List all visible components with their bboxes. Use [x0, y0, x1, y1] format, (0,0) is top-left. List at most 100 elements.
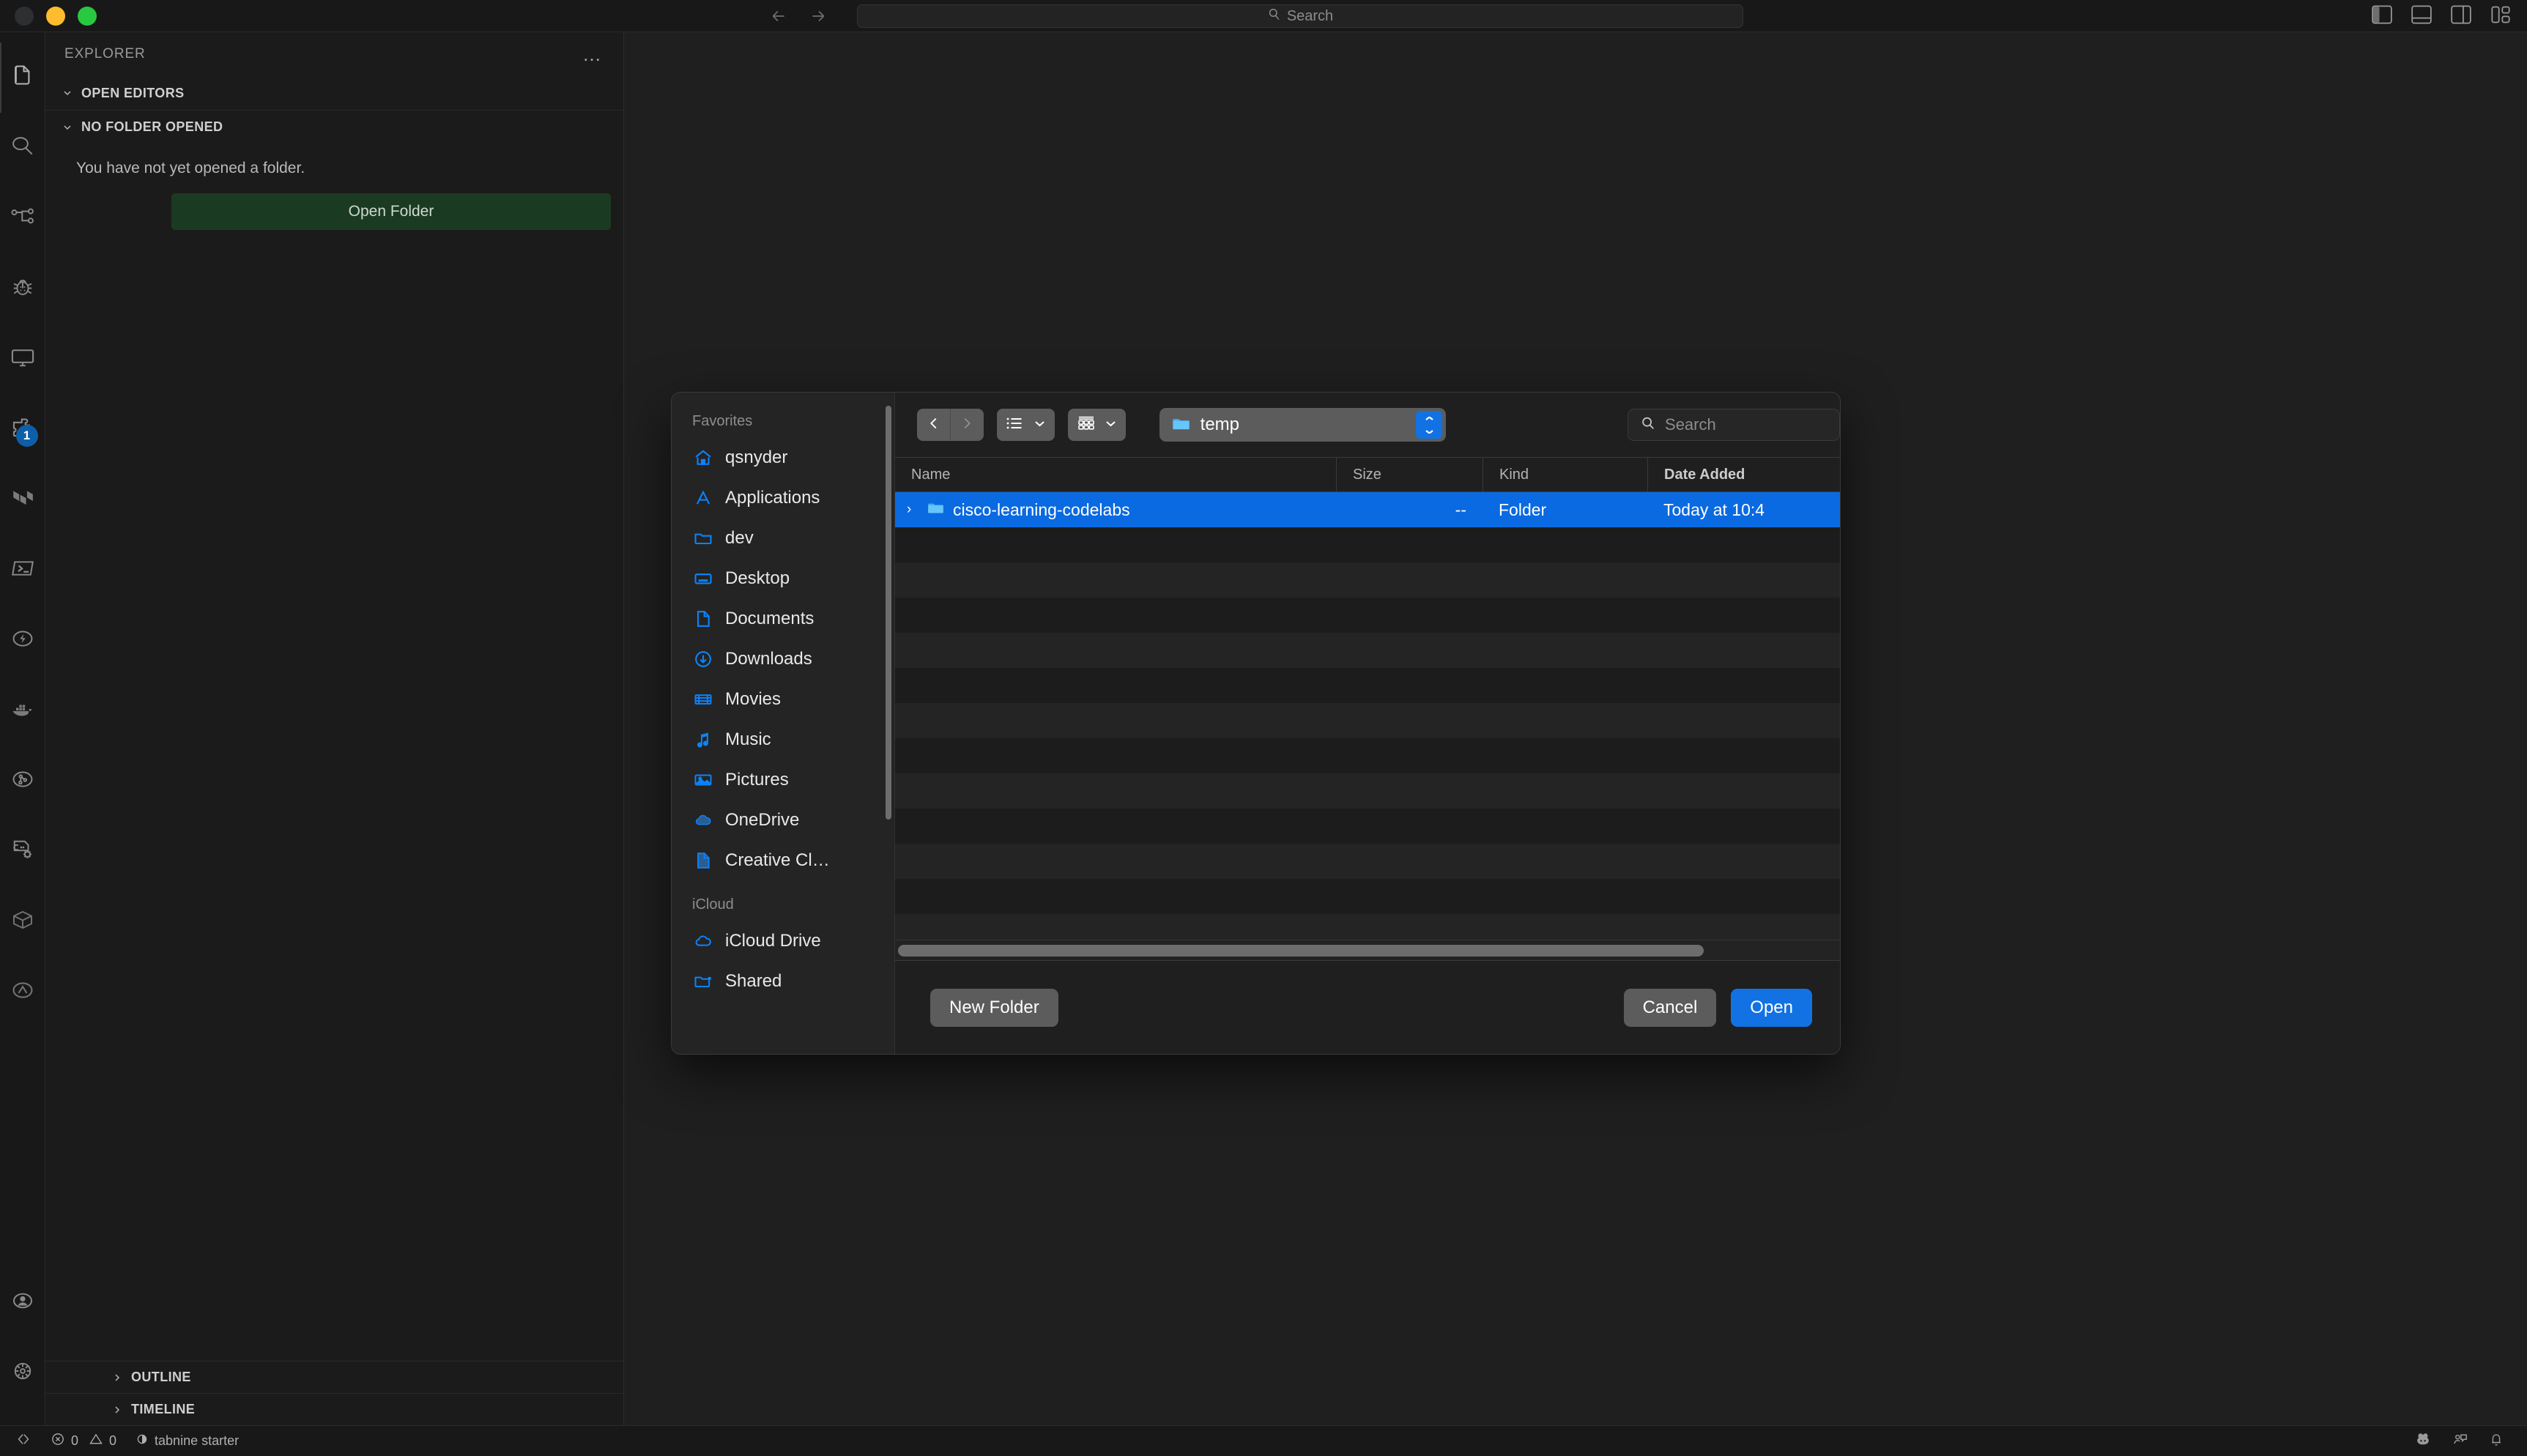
command-center-label: Search — [1286, 8, 1334, 24]
empty-row — [895, 738, 1840, 773]
sidebar-item-extensions[interactable]: 1 — [0, 394, 45, 464]
scrollbar-thumb[interactable] — [898, 944, 1704, 957]
dialog-forward-button[interactable] — [950, 409, 983, 441]
feedback-button[interactable] — [2442, 1426, 2479, 1456]
remote-window-indicator[interactable] — [6, 1426, 41, 1456]
dialog-sidebar-scrollbar[interactable] — [886, 406, 891, 820]
item-label: Desktop — [725, 568, 790, 588]
section-open-editors[interactable]: OPEN EDITORS — [45, 76, 623, 110]
dialog-sidebar-item-dev[interactable]: dev — [672, 518, 894, 558]
icloud-group-title: iCloud — [692, 896, 734, 913]
sidebar-item-search[interactable] — [0, 113, 45, 183]
close-button[interactable] — [15, 6, 34, 26]
section-timeline[interactable]: TIMELINE — [45, 1393, 623, 1425]
sidebar-item-remote-explorer[interactable] — [0, 324, 45, 394]
dialog-sidebar-item-applications[interactable]: Applications — [672, 478, 894, 518]
item-label: Music — [725, 729, 771, 749]
dialog-sidebar-item-creative-cloud[interactable]: Creative Cl… — [672, 840, 894, 880]
sidebar-item-cmake-tools[interactable] — [0, 816, 45, 886]
file-name-cell: › cisco-learning-codelabs — [895, 499, 1336, 521]
open-folder-button[interactable]: Open Folder — [171, 193, 611, 230]
dialog-sidebar-item-onedrive[interactable]: OneDrive — [672, 800, 894, 840]
downloads-icon — [692, 648, 714, 670]
column-header-size[interactable]: Size — [1336, 458, 1483, 491]
item-label: OneDrive — [725, 809, 800, 830]
error-count: 0 — [71, 1433, 79, 1448]
sidebar-item-thunder-client[interactable] — [0, 605, 45, 675]
manage-settings-button[interactable] — [0, 1337, 45, 1408]
chevron-right-icon — [110, 1404, 125, 1416]
view-mode-button[interactable] — [996, 409, 1055, 441]
toggle-panel-icon[interactable] — [2411, 4, 2432, 28]
chevron-left-icon — [926, 415, 942, 435]
customize-layout-icon[interactable] — [2490, 5, 2511, 28]
sidebar-item-terminal[interactable] — [0, 535, 45, 605]
tabnine-status[interactable]: tabnine starter — [126, 1426, 248, 1456]
dialog-search-input[interactable]: Search — [1628, 409, 1840, 441]
item-label: Movies — [725, 688, 782, 709]
dialog-sidebar-item-icloud-drive[interactable]: iCloud Drive — [672, 921, 894, 961]
copilot-button[interactable] — [2404, 1426, 2442, 1456]
document-icon — [692, 850, 714, 872]
new-folder-button[interactable]: New Folder — [930, 988, 1058, 1027]
navigation-arrows — [769, 0, 828, 32]
explorer-icon — [10, 63, 36, 93]
sidebar-item-database[interactable] — [0, 886, 45, 957]
section-no-folder-opened[interactable]: NO FOLDER OPENED — [45, 110, 623, 144]
dialog-sidebar-item-documents[interactable]: Documents — [672, 598, 894, 639]
dialog-sidebar-item-shared[interactable]: Shared — [672, 961, 894, 1001]
toggle-primary-sidebar-icon[interactable] — [2372, 4, 2392, 28]
arrow-right-icon[interactable] — [809, 7, 828, 26]
dialog-sidebar-item-desktop[interactable]: Desktop — [672, 558, 894, 598]
disclosure-triangle-icon[interactable]: › — [907, 502, 919, 518]
item-label: iCloud Drive — [725, 930, 821, 951]
dialog-sidebar-item-music[interactable]: Music — [672, 719, 894, 759]
table-row[interactable]: › cisco-learning-codelabs -- Folder Toda… — [895, 492, 1840, 527]
section-outline[interactable]: OUTLINE — [45, 1361, 623, 1393]
dialog-sidebar-item-qsnyder[interactable]: qsnyder — [672, 437, 894, 478]
file-list-horizontal-scrollbar[interactable] — [895, 940, 1840, 960]
chevron-down-icon — [1105, 418, 1117, 432]
toggle-secondary-sidebar-icon[interactable] — [2451, 4, 2471, 28]
notifications-button[interactable] — [2479, 1426, 2514, 1456]
more-actions-icon[interactable]: … — [582, 44, 603, 64]
empty-row — [895, 773, 1840, 809]
arrow-left-icon[interactable] — [769, 7, 788, 26]
sidebar-item-arduino[interactable] — [0, 957, 45, 1027]
chevron-down-icon — [60, 122, 75, 133]
sidebar-item-run-and-debug[interactable] — [0, 253, 45, 324]
applications-icon — [692, 487, 714, 509]
minimize-button[interactable] — [46, 6, 65, 26]
accounts-button[interactable] — [0, 1267, 45, 1337]
dialog-back-button[interactable] — [917, 409, 950, 441]
empty-row — [895, 562, 1840, 598]
path-popup-button[interactable]: temp — [1159, 408, 1447, 442]
sidebar-item-explorer[interactable] — [0, 42, 45, 113]
activity-bar-bottom — [0, 1267, 45, 1408]
dialog-sidebar-item-movies[interactable]: Movies — [672, 679, 894, 719]
maximize-button[interactable] — [78, 6, 97, 26]
group-by-button[interactable] — [1067, 409, 1126, 441]
sidebar-item-docker[interactable] — [0, 675, 45, 746]
dialog-sidebar-item-downloads[interactable]: Downloads — [672, 639, 894, 679]
empty-row — [895, 809, 1840, 844]
sidebar-item-terraform[interactable] — [0, 464, 45, 535]
sidebar-item-testing[interactable] — [0, 746, 45, 816]
section-label: OUTLINE — [131, 1370, 191, 1384]
open-button[interactable]: Open — [1731, 988, 1812, 1027]
favorites-group-title: Favorites — [692, 413, 753, 429]
database-icon — [10, 907, 36, 937]
command-center-search[interactable]: Search — [857, 4, 1743, 28]
column-header-date-added[interactable]: Date Added — [1647, 458, 1840, 491]
problems-indicator[interactable]: 0 0 — [41, 1426, 126, 1456]
column-header-name[interactable]: Name — [895, 458, 1336, 491]
remote-window-icon — [15, 1431, 31, 1451]
group-view-icon — [1077, 415, 1096, 436]
sidebar-item-source-control[interactable] — [0, 183, 45, 253]
cancel-button[interactable]: Cancel — [1623, 988, 1717, 1027]
tabnine-label: tabnine starter — [155, 1433, 240, 1448]
desktop-icon — [692, 568, 714, 590]
column-header-kind[interactable]: Kind — [1483, 458, 1647, 491]
dialog-sidebar-item-pictures[interactable]: Pictures — [672, 759, 894, 800]
file-date-cell: Today at 10:4 — [1663, 499, 1765, 519]
